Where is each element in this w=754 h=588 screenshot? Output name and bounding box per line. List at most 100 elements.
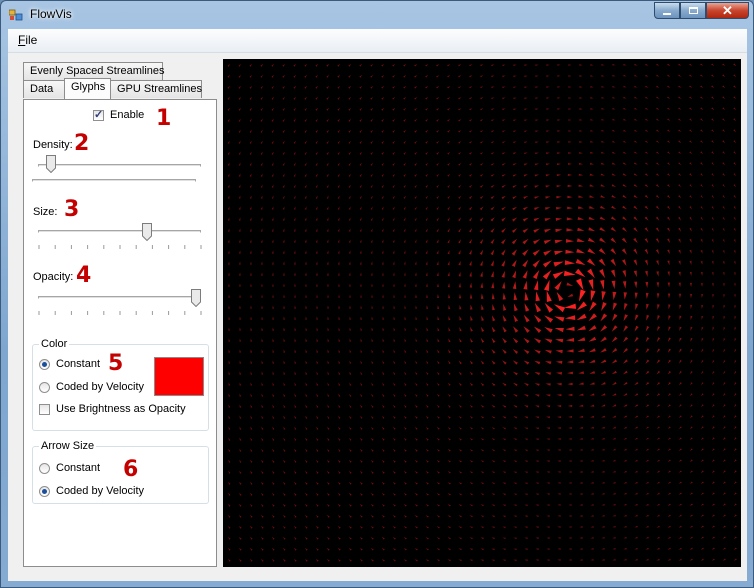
- arrow-glyph: [392, 459, 396, 463]
- arrow-constant-label[interactable]: Constant: [56, 462, 100, 474]
- arrow-glyph: [359, 514, 363, 518]
- arrow-glyph: [479, 195, 484, 199]
- arrow-glyph: [294, 327, 296, 331]
- minimize-button[interactable]: [654, 2, 680, 19]
- arrow-glyph: [564, 315, 576, 320]
- arrow-glyph: [326, 239, 329, 243]
- arrow-glyph: [601, 64, 605, 66]
- arrow-glyph: [545, 383, 551, 386]
- arrow-glyph: [382, 360, 385, 364]
- arrow-glyph: [568, 64, 572, 66]
- arrow-glyph: [723, 272, 725, 276]
- arrow-glyph: [404, 404, 407, 408]
- arrow-glyph: [437, 382, 440, 386]
- color-constant-label[interactable]: Constant: [56, 358, 100, 370]
- arrow-glyph: [249, 140, 252, 144]
- arrow-glyph: [601, 129, 605, 132]
- arrow-glyph: [535, 416, 540, 419]
- arrow-glyph: [426, 382, 429, 386]
- opacity-slider-thumb[interactable]: [191, 289, 201, 307]
- arrow-glyph: [271, 107, 274, 111]
- arrow-glyph: [733, 107, 737, 111]
- color-group-title: Color: [39, 338, 70, 350]
- arrow-glyph: [533, 228, 540, 233]
- arrow-glyph: [458, 119, 462, 122]
- arrow-glyph: [228, 371, 231, 375]
- arrow-glyph: [668, 304, 671, 310]
- arrow-glyph: [535, 97, 539, 99]
- density-slider-thumb[interactable]: [45, 155, 56, 173]
- annotation-4: 4: [76, 263, 92, 288]
- arrow-glyph: [576, 301, 587, 311]
- arrow-glyph: [436, 537, 440, 540]
- arrow-glyph: [305, 371, 308, 375]
- arrow-glyph: [612, 291, 617, 301]
- arrow-glyph: [250, 525, 253, 529]
- arrow-glyph: [437, 327, 440, 332]
- arrow-glyph: [491, 504, 495, 507]
- color-constant-radio[interactable]: [39, 359, 50, 370]
- arrow-glyph: [612, 107, 616, 110]
- arrow-glyph: [316, 272, 318, 276]
- arrow-glyph: [305, 338, 308, 342]
- arrow-glyph: [283, 327, 285, 331]
- arrow-glyph: [733, 118, 737, 122]
- arrow-glyph: [271, 129, 274, 133]
- arrow-glyph: [556, 174, 562, 177]
- flow-visualization-canvas[interactable]: [223, 59, 741, 567]
- arrow-glyph: [250, 371, 253, 375]
- arrow-velocity-label[interactable]: Coded by Velocity: [56, 485, 144, 497]
- arrow-glyph: [260, 96, 263, 100]
- maximize-button[interactable]: [680, 2, 706, 19]
- arrow-glyph: [667, 140, 671, 143]
- arrow-glyph: [623, 437, 627, 440]
- brightness-opacity-checkbox[interactable]: [39, 404, 50, 415]
- arrow-glyph: [480, 184, 484, 188]
- arrow-glyph: [623, 514, 627, 517]
- arrow-glyph: [524, 471, 528, 474]
- arrow-glyph: [501, 238, 506, 245]
- tab-data[interactable]: Data: [23, 80, 65, 98]
- arrow-glyph: [436, 437, 440, 441]
- arrow-glyph: [370, 162, 373, 166]
- arrow-glyph: [557, 559, 561, 561]
- arrow-glyph: [645, 292, 649, 299]
- arrow-glyph: [722, 63, 726, 66]
- title-bar[interactable]: FlowVis ✕: [1, 1, 753, 29]
- arrow-glyph: [393, 415, 396, 419]
- tab-glyphs[interactable]: Glyphs: [64, 78, 111, 99]
- arrow-glyph: [293, 107, 296, 111]
- arrow-glyph: [283, 382, 286, 386]
- arrow-glyph: [283, 349, 286, 353]
- arrow-glyph: [712, 360, 715, 364]
- arrow-glyph: [610, 269, 616, 278]
- arrow-glyph: [305, 250, 307, 254]
- color-velocity-label[interactable]: Coded by Velocity: [56, 381, 144, 393]
- close-button[interactable]: ✕: [706, 2, 749, 19]
- arrow-glyph: [722, 96, 726, 99]
- size-slider-thumb[interactable]: [142, 223, 153, 241]
- arrow-glyph: [238, 151, 241, 155]
- arrow-constant-radio[interactable]: [39, 463, 50, 474]
- menu-file[interactable]: File: [18, 33, 37, 47]
- arrow-glyph: [250, 382, 253, 386]
- enable-label[interactable]: Enable: [110, 109, 144, 121]
- brightness-opacity-label[interactable]: Use Brightness as Opacity: [56, 403, 186, 415]
- enable-checkbox[interactable]: [93, 108, 104, 121]
- color-swatch[interactable]: [154, 357, 204, 396]
- arrow-glyph: [656, 118, 660, 121]
- arrow-glyph: [544, 279, 550, 291]
- tab-gpu-streamlines[interactable]: GPU Streamlines: [110, 80, 202, 98]
- arrow-glyph: [546, 97, 550, 99]
- arrow-glyph: [579, 426, 583, 429]
- arrow-glyph: [349, 404, 352, 408]
- arrow-glyph: [327, 327, 329, 331]
- arrow-glyph: [348, 74, 352, 78]
- arrow-glyph: [667, 205, 671, 210]
- color-velocity-radio[interactable]: [39, 382, 50, 393]
- arrow-glyph: [283, 294, 285, 298]
- arrow-glyph: [689, 437, 693, 440]
- arrow-glyph: [458, 228, 461, 233]
- arrow-glyph: [271, 217, 274, 221]
- arrow-velocity-radio[interactable]: [39, 486, 50, 497]
